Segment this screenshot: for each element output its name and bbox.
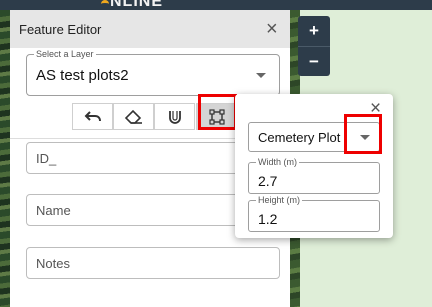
notes-field-placeholder: Notes	[36, 256, 70, 271]
undo-icon	[84, 110, 101, 121]
height-field-value: 1.2	[258, 211, 278, 227]
width-field[interactable]: Width (m) 2.7	[248, 157, 380, 194]
zoom-control: + −	[298, 16, 330, 76]
panel-header: Feature Editor ×	[10, 10, 290, 48]
draw-shape-button[interactable]	[196, 103, 237, 130]
plot-type-value: Cemetery Plot	[258, 130, 341, 145]
width-field-label: Width (m)	[256, 157, 299, 167]
eraser-icon	[124, 109, 142, 124]
close-icon[interactable]: ×	[266, 19, 278, 39]
chevron-down-icon	[360, 135, 370, 140]
zoom-out-button[interactable]: −	[298, 47, 330, 77]
layer-select[interactable]: Select a Layer AS test plots2	[26, 49, 280, 96]
edit-toolbar	[72, 94, 240, 130]
notes-field[interactable]: Notes	[26, 247, 280, 279]
close-icon[interactable]: ×	[370, 99, 381, 118]
plot-type-select[interactable]: Cemetery Plot	[248, 122, 380, 152]
layer-select-value: AS test plots2	[36, 67, 129, 84]
chevron-down-icon	[256, 73, 266, 78]
zoom-in-button[interactable]: +	[298, 16, 330, 46]
magnet-icon	[168, 110, 181, 124]
height-field[interactable]: Height (m) 1.2	[248, 195, 380, 232]
shape-properties-popup: × Cemetery Plot Width (m) 2.7 Height (m)…	[235, 94, 393, 238]
height-field-label: Height (m)	[256, 195, 303, 205]
undo-button[interactable]	[72, 103, 113, 130]
satellite-imagery-strip	[0, 10, 10, 307]
snap-button[interactable]	[154, 103, 195, 130]
layer-select-label: Select a Layer	[34, 49, 96, 59]
eraser-button[interactable]	[113, 103, 154, 130]
bounding-box-icon	[208, 108, 225, 125]
width-field-value: 2.7	[258, 173, 278, 189]
logo-mark-icon	[101, 0, 109, 6]
id-field-placeholder: ID_	[36, 151, 57, 166]
panel-title: Feature Editor	[19, 22, 102, 37]
app-top-bar: NLINE	[0, 0, 432, 10]
name-field-placeholder: Name	[36, 203, 71, 218]
